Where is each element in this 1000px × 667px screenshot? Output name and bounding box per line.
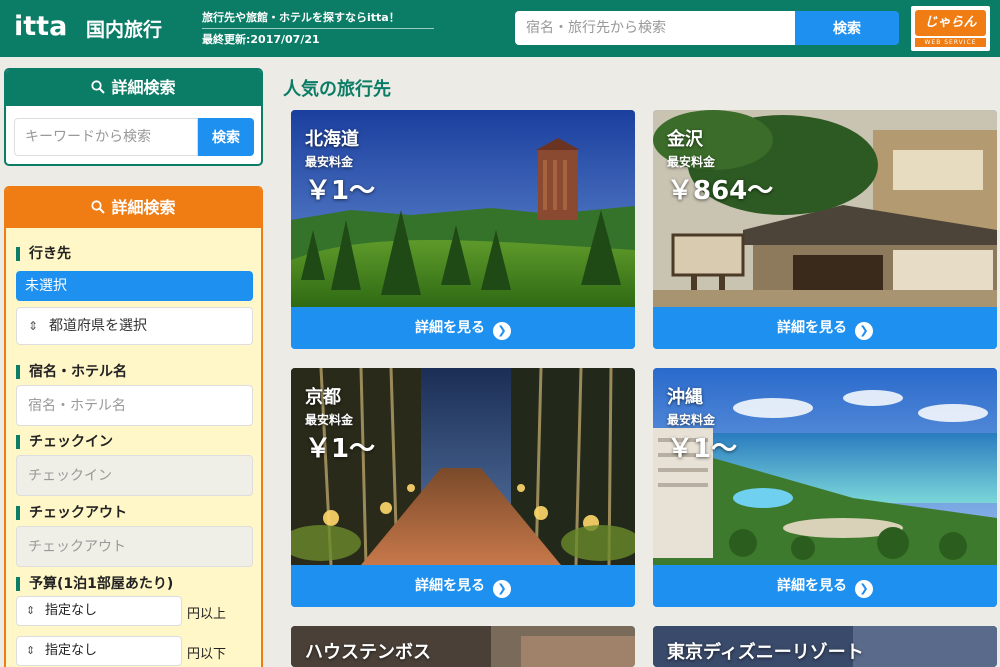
chevron-right-circle-icon: ❯ — [855, 322, 873, 340]
destination-card-tokyo-disney-resort[interactable]: 東京ディズニーリゾート — [653, 626, 997, 667]
keyword-input[interactable] — [14, 118, 198, 156]
view-details-label: 詳細を見る — [415, 320, 485, 336]
popular-destinations-title: 人気の旅行先 — [283, 79, 391, 100]
chevron-right-circle-icon: ❯ — [493, 580, 511, 598]
logo[interactable]: itta — [14, 11, 67, 42]
jalan-logo-text: じゃらん — [915, 10, 986, 36]
view-details-button[interactable]: 詳細を見る ❯ — [291, 565, 635, 607]
jalan-web-service-badge[interactable]: じゃらん WEB SERVICE — [911, 6, 990, 51]
view-details-button[interactable]: 詳細を見る ❯ — [653, 565, 997, 607]
keyword-search-header: 詳細検索 — [6, 70, 261, 106]
budget-min-unit: 円以上 — [187, 607, 227, 622]
keyword-search-button[interactable]: 検索 — [198, 118, 254, 156]
detail-search-header: 詳細検索 — [6, 188, 261, 228]
destination-name: 京都 — [305, 387, 341, 408]
destination-photo — [653, 110, 997, 307]
destination-label: 行き先 — [16, 247, 71, 261]
prefecture-select[interactable]: ⇕ 都道府県を選択 — [16, 307, 253, 345]
detail-search-title: 詳細検索 — [111, 198, 176, 217]
budget-min-select[interactable]: ⇕ 指定なし — [16, 596, 182, 626]
logo-subtitle[interactable]: 国内旅行 — [86, 15, 162, 42]
checkin-input[interactable] — [16, 455, 253, 496]
sort-arrows-icon: ⇕ — [26, 644, 36, 657]
lowest-price-label: 最安料金 — [305, 413, 354, 427]
hotel-name-input[interactable] — [16, 385, 253, 426]
view-details-label: 詳細を見る — [415, 578, 485, 594]
hotel-name-label: 宿名・ホテル名 — [16, 365, 127, 379]
prefecture-select-label: 都道府県を選択 — [49, 318, 147, 334]
destination-name: 沖縄 — [667, 387, 703, 408]
header-search-input[interactable] — [515, 11, 795, 45]
sort-arrows-icon: ⇕ — [28, 319, 39, 333]
checkout-label: チェックアウト — [16, 506, 127, 520]
destination-card-okinawa[interactable]: 沖縄 最安料金 ￥1〜 詳細を見る ❯ — [653, 368, 997, 607]
keyword-search-title: 詳細検索 — [111, 78, 176, 97]
lowest-price-value: ￥1〜 — [305, 434, 376, 464]
site-header: itta 国内旅行 旅行先や旅館・ホテルを探すならitta！ 最終更新:2017… — [0, 0, 1000, 57]
destination-name: 北海道 — [305, 129, 359, 150]
destination-card-huis-ten-bosch[interactable]: ハウステンボス — [291, 626, 635, 667]
view-details-button[interactable]: 詳細を見る ❯ — [653, 307, 997, 349]
lowest-price-value: ￥864〜 — [667, 176, 774, 206]
destination-photo — [653, 368, 997, 565]
search-icon — [91, 71, 106, 94]
destination-name: 金沢 — [667, 129, 703, 150]
budget-label: 予算(1泊1部屋あたり) — [16, 577, 173, 591]
lowest-price-label: 最安料金 — [667, 155, 716, 169]
last-updated: 最終更新:2017/07/21 — [202, 33, 320, 46]
destination-name: 東京ディズニーリゾート — [667, 642, 864, 663]
lowest-price-value: ￥1〜 — [305, 176, 376, 206]
header-search-button[interactable]: 検索 — [795, 11, 899, 45]
checkout-input[interactable] — [16, 526, 253, 567]
lowest-price-value: ￥1〜 — [667, 434, 738, 464]
view-details-label: 詳細を見る — [777, 578, 847, 594]
detail-search-panel: 詳細検索 行き先 未選択 ⇕ 都道府県を選択 宿名・ホテル名 チェックイン チェ… — [4, 186, 263, 667]
destination-name: ハウステンボス — [305, 642, 431, 663]
destination-card-kyoto[interactable]: 京都 最安料金 ￥1〜 詳細を見る ❯ — [291, 368, 635, 607]
chevron-right-circle-icon: ❯ — [855, 580, 873, 598]
budget-max-select[interactable]: ⇕ 指定なし — [16, 636, 182, 666]
lowest-price-label: 最安料金 — [667, 413, 716, 427]
view-details-button[interactable]: 詳細を見る ❯ — [291, 307, 635, 349]
view-details-label: 詳細を見る — [777, 320, 847, 336]
tagline: 旅行先や旅館・ホテルを探すならitta！ — [202, 9, 434, 29]
keyword-search-panel: 詳細検索 検索 — [4, 68, 263, 166]
checkin-label: チェックイン — [16, 435, 113, 449]
web-service-text: WEB SERVICE — [915, 38, 986, 47]
budget-max-unit: 円以下 — [187, 647, 227, 662]
search-icon — [91, 189, 106, 214]
destination-photo — [291, 368, 635, 565]
destination-card-kanazawa[interactable]: 金沢 最安料金 ￥864〜 詳細を見る ❯ — [653, 110, 997, 349]
budget-max-value: 指定なし — [45, 643, 98, 658]
sort-arrows-icon: ⇕ — [26, 604, 36, 617]
destination-card-hokkaido[interactable]: 北海道 最安料金 ￥1〜 詳細を見る ❯ — [291, 110, 635, 349]
budget-min-value: 指定なし — [45, 603, 98, 618]
lowest-price-label: 最安料金 — [305, 155, 354, 169]
destination-unselected-option[interactable]: 未選択 — [16, 271, 253, 301]
chevron-right-circle-icon: ❯ — [493, 322, 511, 340]
